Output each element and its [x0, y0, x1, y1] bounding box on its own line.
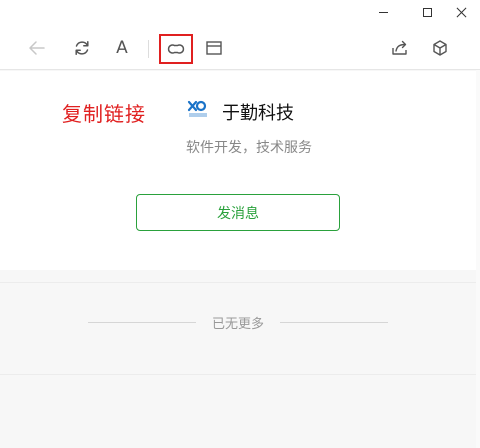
- scrollbar[interactable]: [476, 70, 480, 448]
- toolbar: A: [0, 24, 480, 70]
- section-divider-bottom: [0, 374, 476, 375]
- title-bar: [0, 0, 480, 24]
- browser-window-icon: [206, 41, 222, 55]
- refresh-button[interactable]: [66, 32, 98, 64]
- share-icon: [392, 40, 407, 55]
- send-message-button[interactable]: 发消息: [136, 194, 340, 231]
- article-window: A 复制链接 于勤科技 软件开发，技术服务 发消息 已无更多: [0, 0, 480, 448]
- mini-program-button[interactable]: [424, 32, 456, 64]
- minimize-button[interactable]: [368, 0, 398, 24]
- close-button[interactable]: [446, 0, 476, 24]
- maximize-icon: [422, 7, 432, 17]
- account-description: 软件开发，技术服务: [186, 140, 312, 156]
- section-divider: [0, 282, 476, 283]
- font-size-icon: A: [116, 37, 128, 58]
- font-size-button[interactable]: A: [106, 32, 138, 64]
- no-more-line-left: [88, 321, 196, 323]
- refresh-icon: [75, 41, 89, 55]
- cube-icon: [433, 40, 447, 56]
- account-name: 于勤科技: [222, 103, 294, 124]
- no-more-line-right: [280, 321, 389, 323]
- share-button[interactable]: [384, 32, 416, 64]
- back-button[interactable]: [21, 32, 53, 64]
- open-in-browser-button[interactable]: [198, 32, 230, 64]
- maximize-button[interactable]: [412, 0, 442, 24]
- arrow-left-icon: [29, 41, 45, 55]
- minimize-icon: [378, 11, 388, 13]
- company-logo-icon: [187, 98, 209, 120]
- copy-link-button[interactable]: [159, 34, 193, 64]
- link-icon: [167, 44, 185, 54]
- copy-link-annotation: 复制链接: [62, 102, 146, 126]
- no-more-indicator: 已无更多: [88, 313, 389, 332]
- close-icon: [456, 7, 467, 18]
- toolbar-separator: [148, 40, 149, 58]
- no-more-text: 已无更多: [212, 316, 265, 332]
